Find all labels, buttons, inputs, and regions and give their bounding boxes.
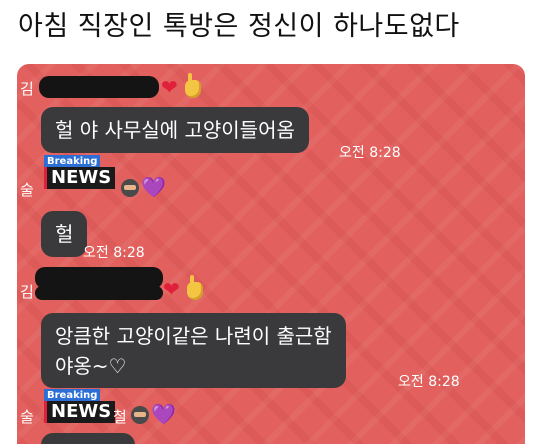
sender-name: 김 <box>20 80 34 98</box>
purple-heart-icon: 💜 <box>141 175 166 199</box>
post-title: 아침 직장인 톡방은 정신이 하나도없다 <box>18 11 460 42</box>
purple-heart-icon: 💜 <box>151 402 176 426</box>
redaction-bar <box>35 286 163 300</box>
message-time: 오전 8:28 <box>339 145 401 161</box>
sender-name: 김 <box>20 283 34 301</box>
red-heart-icon: ❤ <box>161 75 178 99</box>
message-line: 앙큼한 고양이같은 나련이 출근함 <box>55 324 332 348</box>
message-bubble[interactable]: 앙큼한 고양이같은 나련이 출근함 야옹~♡ <box>41 313 346 388</box>
ninja-icon <box>131 406 149 424</box>
red-heart-icon: ❤ <box>163 277 180 301</box>
crossed-fingers-icon <box>185 73 201 98</box>
message-bubble[interactable]: 헐 <box>41 211 88 257</box>
ninja-icon <box>121 179 139 197</box>
message-bubble[interactable]: 헐 야 사무실에 고양이들어옴 <box>41 107 309 153</box>
sender-name-suffix: 철 <box>113 408 127 426</box>
message-line: 야옹~♡ <box>55 354 127 378</box>
news-label: NEWS <box>44 401 116 423</box>
sender-name: 술 <box>20 181 34 199</box>
news-label: NEWS <box>44 167 116 189</box>
sender-name: 술 <box>20 408 34 426</box>
redaction-bar <box>39 76 159 98</box>
chat-screenshot: 김 ❤ 헐 야 사무실에 고양이들어옴 오전 8:28 술 Breaking N… <box>17 64 525 444</box>
crossed-fingers-icon <box>187 275 203 300</box>
message-time: 오전 8:28 <box>83 245 145 261</box>
message-time: 오전 8:28 <box>398 374 460 390</box>
